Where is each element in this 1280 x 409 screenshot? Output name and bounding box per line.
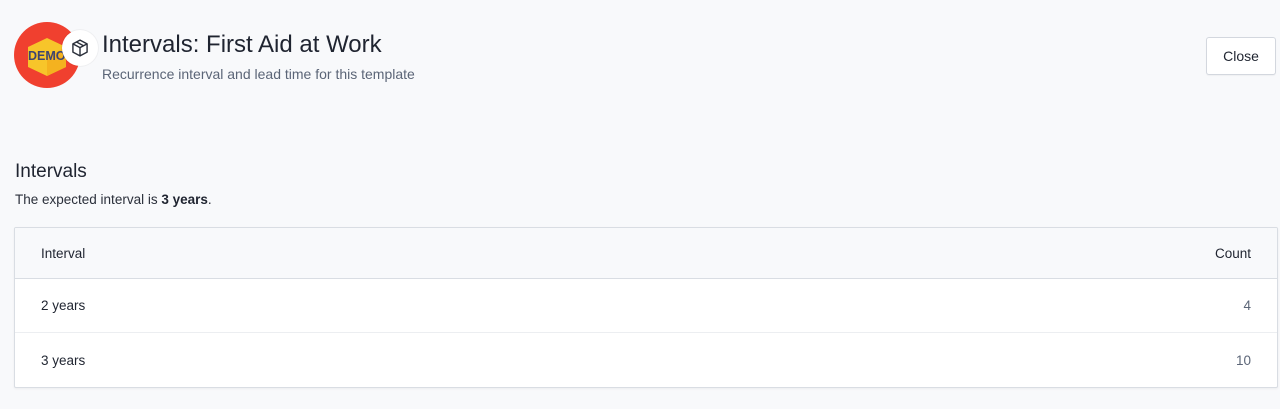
count-cell: 10	[1235, 352, 1251, 368]
expected-interval-value: 3 years	[161, 192, 208, 207]
page-title: Intervals: First Aid at Work	[102, 31, 382, 58]
section-title: Intervals	[15, 161, 87, 182]
page-header: DEMO Intervals: First Aid at Work Recurr…	[0, 0, 1280, 110]
close-button[interactable]: Close	[1206, 37, 1276, 75]
logo-text: DEMO	[28, 49, 66, 63]
table-header-row: Interval Count	[15, 228, 1277, 279]
column-header-count[interactable]: Count	[1215, 246, 1251, 261]
table-row: 3 years 10	[15, 333, 1277, 387]
interval-cell: 3 years	[41, 352, 86, 368]
intervals-table: Interval Count 2 years 4 3 years 10	[14, 227, 1278, 388]
table-row: 2 years 4	[15, 279, 1277, 333]
section-description: The expected interval is 3 years.	[15, 191, 212, 209]
page: DEMO Intervals: First Aid at Work Recurr…	[0, 0, 1280, 409]
description-suffix: .	[207, 192, 212, 207]
interval-cell: 2 years	[41, 298, 86, 313]
page-subtitle: Recurrence interval and lead time for th…	[102, 66, 415, 82]
cube-icon	[62, 30, 98, 66]
column-header-interval[interactable]: Interval	[41, 246, 85, 261]
count-cell: 4	[1243, 298, 1251, 313]
description-prefix: The expected interval is	[15, 192, 162, 207]
